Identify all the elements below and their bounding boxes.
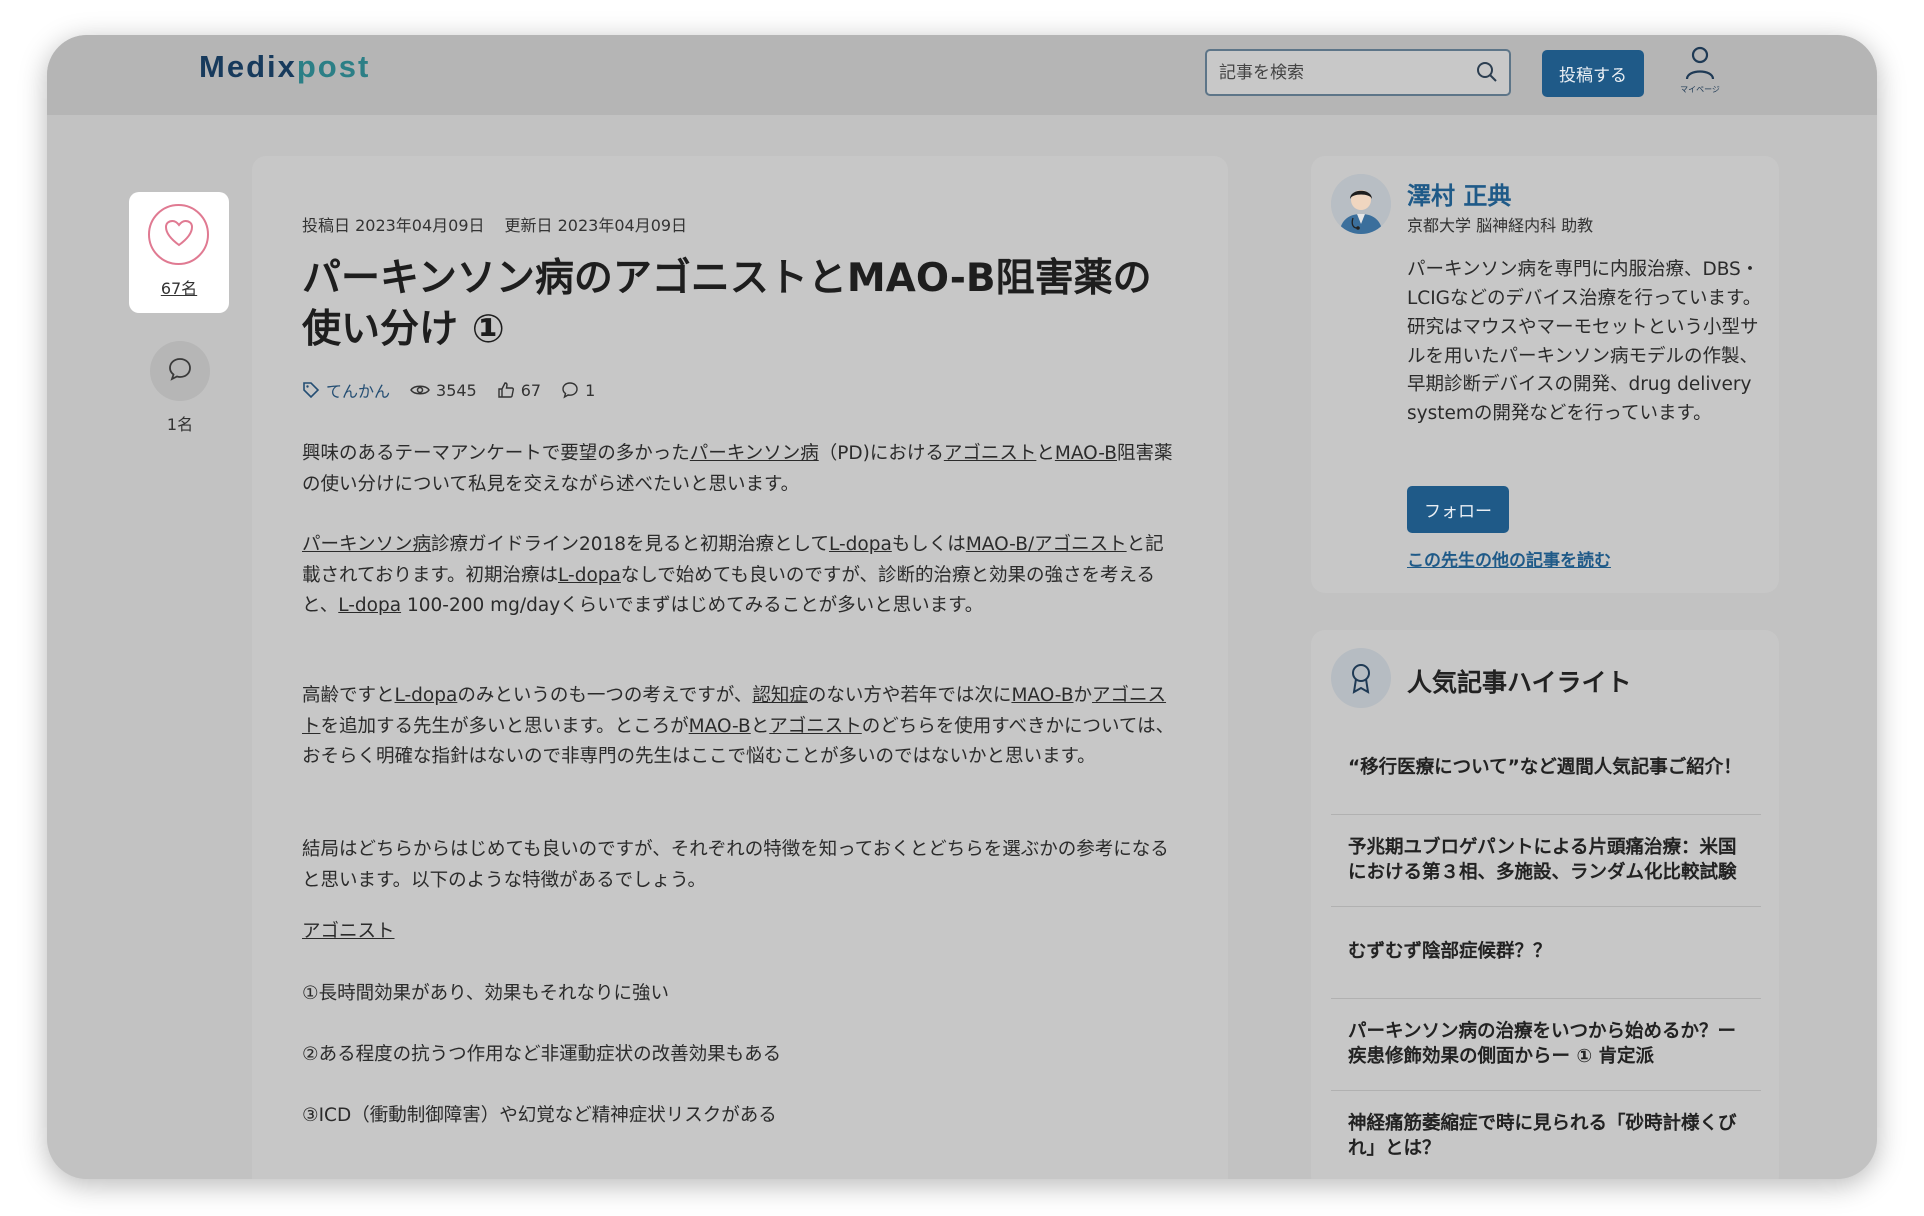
text: 100-200 mg/dayくらいでまずはじめてみることが多いと思います。: [401, 595, 984, 617]
article-card: 投稿日 2023年04月09日 更新日 2023年04月09日 パーキンソン病のア…: [252, 156, 1228, 1179]
author-avatar[interactable]: [1331, 174, 1391, 234]
post-button[interactable]: 投稿する: [1542, 50, 1644, 97]
inline-link[interactable]: MAO-B: [1011, 685, 1073, 706]
author-name[interactable]: 澤村 正典: [1407, 176, 1511, 211]
list-item-3: ③ICD（衝動制御障害）や幻覚など精神症状リスクがある: [302, 1105, 777, 1126]
popular-item-title: パーキンソン病の治療をいつから始めるか？ー疾患修飾効果の側面からー ① 肯定派: [1348, 1020, 1736, 1067]
section-heading: アゴニスト: [302, 917, 1182, 948]
tag-link[interactable]: てんかん: [302, 378, 390, 402]
heading-link[interactable]: アゴニスト: [302, 921, 395, 942]
text: と: [750, 715, 770, 737]
search-icon[interactable]: [1475, 60, 1499, 88]
heart-icon: [164, 219, 194, 251]
like-count[interactable]: 67名: [129, 275, 229, 299]
text: のみというのも一つの考えですが、: [457, 685, 753, 706]
text: （PD)における: [818, 443, 944, 464]
inline-link[interactable]: L-dopa: [558, 565, 621, 586]
logo-text-medix: Medix: [199, 49, 297, 84]
tag-label: てんかん: [326, 382, 391, 401]
top-header: Medixpost 投稿する マイページ: [47, 35, 1877, 115]
popular-articles-card: 人気記事ハイライト “移行医療について”など週間人気記事ご紹介！ 予兆期ユブロゲ…: [1311, 630, 1779, 1179]
app-window: Medixpost 投稿する マイページ 67名 1名: [47, 35, 1877, 1179]
inline-link[interactable]: MAO-B: [1055, 443, 1117, 464]
like-stat: 67: [497, 381, 541, 400]
popular-item[interactable]: パーキンソン病の治療をいつから始めるか？ー疾患修飾効果の側面からー ① 肯定派: [1331, 999, 1761, 1091]
comment-icon: [167, 356, 193, 386]
text: 高齢ですと: [302, 685, 395, 706]
text: を追加する先生が多いと思います。ところが: [320, 715, 689, 737]
popular-item-title: 神経痛筋萎縮症で時に見られる「砂時計様くびれ」とは？: [1348, 1112, 1737, 1159]
thumbs-up-icon: [498, 382, 514, 398]
inline-link[interactable]: 認知症: [752, 685, 808, 706]
site-logo[interactable]: Medixpost: [199, 49, 370, 85]
inline-link[interactable]: アゴニスト: [944, 443, 1037, 464]
likes-value: 67: [520, 380, 542, 400]
article-meta: てんかん 3545 67 1: [302, 378, 615, 402]
text: か: [1073, 685, 1093, 706]
mypage-label: マイページ: [1680, 85, 1720, 94]
article-dates: 投稿日 2023年04月09日 更新日 2023年04月09日: [302, 212, 687, 236]
paragraph-4: 結局はどちらからはじめても良いのですが、それぞれの特徴を知っておくとどちらを選ぶ…: [302, 839, 1169, 891]
comment-count: 1名: [166, 415, 194, 434]
text: と: [1036, 443, 1055, 464]
article-title: パーキンソン病のアゴニストとMAO-B阻害薬の使い分け ①: [302, 256, 1152, 352]
author-bio: パーキンソン病を専門に内服治療、DBS・LCIGなどのデバイス治療を行っています…: [1407, 259, 1762, 425]
inline-link[interactable]: L-dopa: [338, 595, 401, 616]
search-box: [1205, 49, 1511, 96]
inline-link[interactable]: アゴニスト: [769, 716, 862, 737]
popular-item[interactable]: むずむず陰部症候群？？: [1331, 907, 1761, 999]
author-card: 澤村 正典 京都大学 脳神経内科 助教 パーキンソン病を専門に内服治療、DBS・…: [1311, 156, 1779, 593]
like-panel: 67名: [129, 192, 229, 313]
updated-date: 更新日 2023年04月09日: [504, 216, 688, 235]
view-count: 3545: [410, 381, 477, 400]
speech-bubble-icon: [562, 382, 578, 399]
inline-link[interactable]: L-dopa: [829, 534, 892, 555]
eye-icon: [410, 385, 430, 395]
author-articles-link[interactable]: この先生の他の記事を読む: [1407, 546, 1611, 571]
popular-item[interactable]: 神経痛筋萎縮症で時に見られる「砂時計様くびれ」とは？: [1331, 1091, 1761, 1179]
like-button[interactable]: [148, 204, 209, 265]
popular-list: “移行医療について”など週間人気記事ご紹介！ 予兆期ユブロゲパントによる片頭痛治…: [1331, 723, 1761, 1179]
paragraph-3: 高齢ですとL-dopaのみというのも一つの考えですが、認知症のない方や若年では次…: [302, 681, 1182, 773]
list-item-1: ①長時間効果があり、効果もそれなりに強い: [302, 983, 669, 1004]
comment-button[interactable]: [150, 341, 210, 401]
search-input[interactable]: [1219, 51, 1469, 94]
mypage-button[interactable]: マイページ: [1677, 45, 1723, 95]
popular-item[interactable]: 予兆期ユブロゲパントによる片頭痛治療：米国における第３相、多施設、ランダム化比較…: [1331, 815, 1761, 907]
paragraph-1: 興味のあるテーマアンケートで要望の多かったパーキンソン病（PD)におけるアゴニス…: [302, 439, 1182, 500]
popular-item-title: “移行医療について”など週間人気記事ご紹介！: [1348, 757, 1742, 779]
award-ribbon-icon: [1331, 648, 1391, 708]
comment-stat: 1: [561, 381, 595, 400]
posted-date: 投稿日 2023年04月09日: [302, 216, 485, 235]
text: 診療ガイドライン2018を見ると初期治療として: [430, 534, 829, 555]
text: のない方や若年では次に: [807, 685, 1012, 706]
list-item-2: ②ある程度の抗うつ作用など非運動症状の改善効果もある: [302, 1044, 782, 1065]
inline-link[interactable]: パーキンソン病: [690, 443, 819, 464]
inline-link[interactable]: MAO-B: [689, 716, 751, 737]
inline-link[interactable]: パーキンソン病: [302, 534, 431, 555]
tag-icon: [303, 382, 320, 399]
popular-item[interactable]: “移行医療について”など週間人気記事ご紹介！: [1331, 723, 1761, 815]
logo-text-post: post: [296, 49, 371, 84]
text: もしくは: [891, 534, 966, 555]
follow-button[interactable]: フォロー: [1407, 486, 1509, 533]
comments-value: 1: [585, 380, 596, 400]
inline-link[interactable]: MAO-B/アゴニスト: [966, 534, 1127, 555]
popular-item-title: むずむず陰部症候群？？: [1348, 941, 1552, 963]
popular-item-title: 予兆期ユブロゲパントによる片頭痛治療：米国における第３相、多施設、ランダム化比較…: [1348, 836, 1737, 883]
views-value: 3545: [436, 380, 477, 400]
popular-title: 人気記事ハイライト: [1407, 668, 1632, 697]
paragraph-2: パーキンソン病診療ガイドライン2018を見ると初期治療としてL-dopaもしくは…: [302, 530, 1182, 622]
author-affiliation: 京都大学 脳神経内科 助教: [1407, 216, 1594, 235]
inline-link[interactable]: L-dopa: [395, 685, 458, 706]
text: 興味のあるテーマアンケートで要望の多かった: [302, 443, 690, 464]
